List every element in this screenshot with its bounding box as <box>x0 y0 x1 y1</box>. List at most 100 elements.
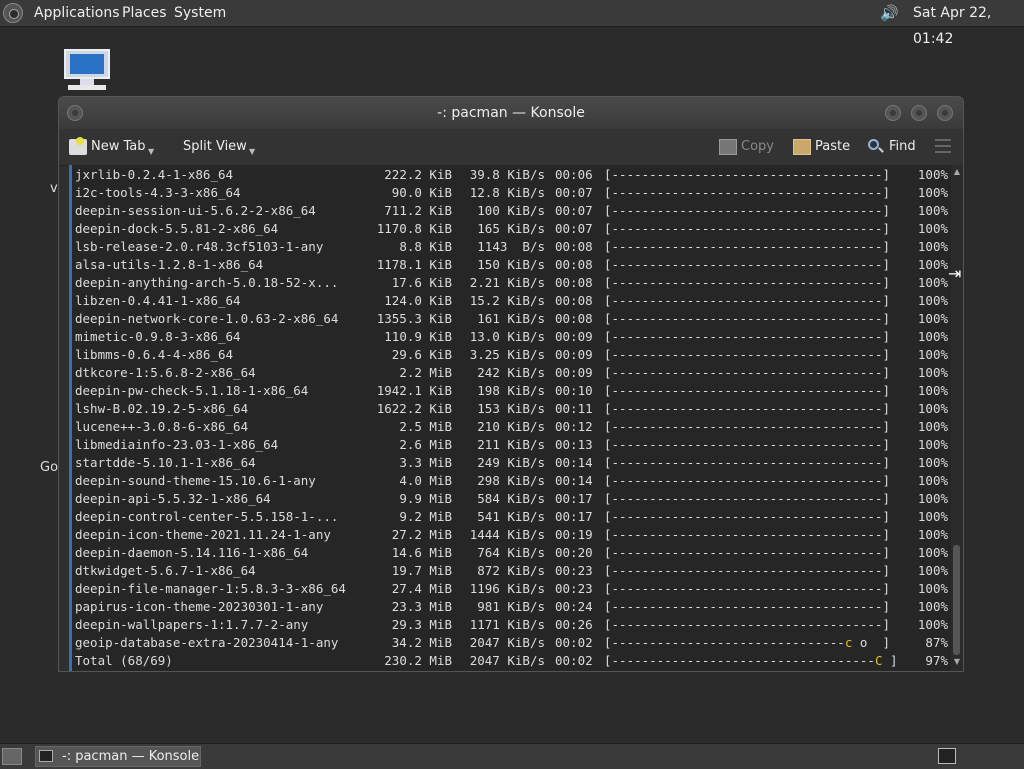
terminal-scrollbar[interactable]: ▲ ▼ <box>951 165 963 671</box>
elapsed-time: 00:07 <box>555 221 593 236</box>
download-rate: 3.25 KiB/s <box>469 347 545 362</box>
package-name: startdde-5.10.1-1-x86_64 <box>75 455 256 470</box>
package-size: 29.3 MiB <box>391 617 452 632</box>
progress-percent: 100% <box>917 311 948 326</box>
elapsed-time: 00:26 <box>555 617 593 632</box>
package-size: 2.2 MiB <box>399 365 452 380</box>
package-size: 1178.1 KiB <box>376 257 452 272</box>
progress-bar: [------------------------------------] <box>604 329 890 344</box>
elapsed-time: 00:02 <box>555 635 593 650</box>
progress-percent: 100% <box>917 383 948 398</box>
minimize-icon[interactable] <box>885 105 901 121</box>
elapsed-time: 00:08 <box>555 293 593 308</box>
clock[interactable]: Sat Apr 22, 01:42 <box>913 0 1024 52</box>
package-size: 9.2 MiB <box>399 509 452 524</box>
show-desktop-icon[interactable] <box>2 748 22 765</box>
elapsed-time: 00:14 <box>555 473 593 488</box>
computer-desktop-icon[interactable] <box>62 47 112 93</box>
progress-percent: 100% <box>917 239 948 254</box>
package-name: dtkwidget-5.6.7-1-x86_64 <box>75 563 256 578</box>
download-rate: 541 KiB/s <box>477 509 545 524</box>
progress-bar: [------------------------------------] <box>604 617 890 632</box>
terminal-output[interactable]: jxrlib-0.2.4-1-x86_64 222.2 KiB 39.8 KiB/s… <box>69 165 951 671</box>
progress-bar: [-------------------------------c o ] <box>604 634 908 652</box>
maximize-icon[interactable] <box>911 105 927 121</box>
progress-bar: [------------------------------------] <box>604 527 890 542</box>
progress-percent: 100% <box>917 545 948 560</box>
elapsed-time: 00:17 <box>555 509 593 524</box>
progress-bar: [------------------------------------] <box>604 185 890 200</box>
elapsed-time: 00:10 <box>555 383 593 398</box>
split-view-button[interactable]: Split View <box>163 137 247 157</box>
elapsed-time: 00:02 <box>555 653 593 668</box>
elapsed-time: 00:08 <box>555 311 593 326</box>
new-tab-button[interactable]: New Tab <box>69 136 146 157</box>
elapsed-time: 00:14 <box>555 455 593 470</box>
progress-bar-done: [----------------------------------- <box>604 653 875 668</box>
menu-places[interactable]: Places <box>122 0 167 26</box>
scrollbar-thumb[interactable] <box>953 545 960 655</box>
progress-bar-remaining: ] <box>882 653 898 668</box>
hamburger-menu-icon[interactable] <box>935 139 951 153</box>
find-button[interactable]: Find <box>867 137 916 157</box>
progress-bar: [------------------------------------] <box>604 221 890 236</box>
copy-icon <box>719 138 737 155</box>
paste-button[interactable]: Paste <box>793 137 850 157</box>
elapsed-time: 00:09 <box>555 329 593 344</box>
progress-bar: [------------------------------------] <box>604 401 890 416</box>
package-name: deepin-network-core-1.0.63-2-x86_64 <box>75 311 339 326</box>
close-icon[interactable] <box>937 105 953 121</box>
elapsed-time: 00:17 <box>555 491 593 506</box>
package-size: 124.0 KiB <box>384 293 452 308</box>
package-size: 8.8 KiB <box>399 239 452 254</box>
scroll-down-icon[interactable]: ▼ <box>952 657 962 667</box>
window-menu-icon[interactable] <box>67 105 83 121</box>
scroll-up-icon[interactable]: ▲ <box>952 167 962 177</box>
progress-bar: [------------------------------------] <box>604 275 890 290</box>
taskbar-item-konsole[interactable]: -: pacman — Konsole <box>35 746 201 767</box>
menu-applications[interactable]: Applications <box>34 0 120 26</box>
elapsed-time: 00:11 <box>555 401 593 416</box>
volume-icon[interactable]: 🔊 <box>880 4 902 22</box>
package-size: 19.7 MiB <box>391 563 452 578</box>
package-size: 14.6 MiB <box>391 545 452 560</box>
elapsed-time: 00:23 <box>555 581 593 596</box>
progress-percent: 100% <box>917 329 948 344</box>
window-title: -: pacman — Konsole <box>437 105 585 121</box>
download-rate: 2.21 KiB/s <box>469 275 545 290</box>
progress-percent: 100% <box>917 563 948 578</box>
progress-bar: [------------------------------------] <box>604 563 890 578</box>
desktop-label-fragment: Go <box>40 460 59 475</box>
download-rate: 12.8 KiB/s <box>469 185 545 200</box>
package-name: alsa-utils-1.2.8-1-x86_64 <box>75 257 264 272</box>
package-size: 1942.1 KiB <box>376 383 452 398</box>
package-size: 27.4 MiB <box>391 581 452 596</box>
terminal-icon <box>39 750 53 762</box>
package-size: 1170.8 KiB <box>376 221 452 236</box>
progress-bar: [------------------------------------] <box>604 473 890 488</box>
progress-bar: [------------------------------------] <box>604 455 890 470</box>
progress-percent: 100% <box>917 167 948 182</box>
tray-terminal-icon[interactable] <box>938 748 956 764</box>
progress-bar: [------------------------------------] <box>604 437 890 452</box>
split-view-dropdown-icon[interactable]: ▼ <box>249 147 255 156</box>
download-rate: 1196 KiB/s <box>469 581 545 596</box>
progress-percent: 100% <box>917 347 948 362</box>
package-name: lshw-B.02.19.2-5-x86_64 <box>75 401 249 416</box>
distro-logo-icon[interactable] <box>3 3 23 23</box>
new-tab-dropdown-icon[interactable]: ▼ <box>148 147 154 156</box>
download-rate: 242 KiB/s <box>477 365 545 380</box>
elapsed-time: 00:09 <box>555 347 593 362</box>
elapsed-time: 00:12 <box>555 419 593 434</box>
package-name: Total (68/69) <box>75 653 173 668</box>
package-size: 34.2 MiB <box>391 635 452 650</box>
menu-system[interactable]: System <box>174 0 226 26</box>
window-titlebar[interactable]: -: pacman — Konsole <box>59 97 963 129</box>
download-rate: 298 KiB/s <box>477 473 545 488</box>
copy-button[interactable]: Copy <box>719 137 774 157</box>
download-rate: 584 KiB/s <box>477 491 545 506</box>
package-name: mimetic-0.9.8-3-x86_64 <box>75 329 241 344</box>
new-tab-icon <box>69 136 87 155</box>
progress-percent: 100% <box>917 257 948 272</box>
download-rate: 165 KiB/s <box>477 221 545 236</box>
